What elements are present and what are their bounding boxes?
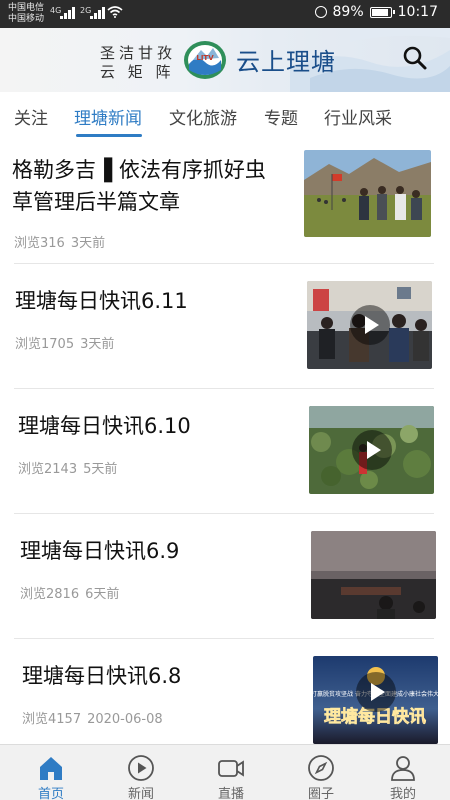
nav-news[interactable]: 新闻: [96, 745, 186, 800]
news-thumbnail: [309, 406, 434, 494]
news-title: 理塘每日快讯6.8: [22, 664, 182, 688]
tab-culture-tourism[interactable]: 文化旅游: [169, 104, 237, 129]
tab-litang-news[interactable]: 理塘新闻: [74, 104, 142, 129]
play-icon[interactable]: [349, 305, 390, 345]
news-meta: 浏览4157 2020-06-08: [22, 708, 163, 727]
news-title-line-2: 草管理后半篇文章: [12, 190, 180, 214]
play-icon[interactable]: [355, 672, 396, 712]
news-title-line-1: 格勒多吉▐ 依法有序抓好虫: [12, 158, 266, 182]
view-count: 浏览4157: [22, 712, 82, 727]
news-meta: 浏览1705 3天前: [15, 333, 114, 352]
news-thumbnail: 坚决打赢脱贫攻坚战 奋力夺取全面建成小康社会伟大胜利 理塘每日快讯: [313, 656, 438, 744]
news-meta: 浏览2816 6天前: [20, 583, 119, 602]
nav-label: 首页: [37, 787, 64, 800]
publish-date: 2020-06-08: [87, 712, 163, 727]
alarm-icon: [314, 6, 327, 18]
divider: [14, 388, 434, 389]
news-item[interactable]: 理塘每日快讯6.8 浏览4157 2020-06-08 坚决打赢脱贫攻坚战 奋力夺…: [0, 640, 450, 744]
carrier-info: 中国电信 中国移动: [8, 3, 44, 25]
nav-circle[interactable]: 圈子: [276, 745, 366, 800]
news-title: 理塘每日快讯6.11: [15, 289, 188, 313]
litv-logo: LITV: [184, 41, 226, 79]
news-item[interactable]: 理塘每日快讯6.9 浏览2816 6天前: [0, 515, 450, 640]
compass-icon: [308, 755, 334, 781]
news-meta: 浏览316 3天前: [14, 232, 105, 251]
nav-label: 新闻: [127, 787, 154, 800]
home-icon: [40, 757, 62, 780]
category-tabs: 关注 理塘新闻 文化旅游 专题 行业风采: [0, 96, 450, 138]
nav-label: 我的: [389, 787, 416, 800]
divider: [14, 263, 434, 264]
view-count: 浏览2816: [20, 587, 80, 602]
signal-icon: [60, 7, 76, 19]
slogan-line-1: 圣洁甘孜: [100, 44, 177, 62]
tab-industry-showcase[interactable]: 行业风采: [324, 104, 392, 129]
news-thumbnail: [307, 281, 432, 369]
status-right: 89% 10:17: [314, 4, 438, 20]
nav-profile[interactable]: 我的: [358, 745, 448, 800]
nav-live[interactable]: 直播: [186, 745, 276, 800]
news-thumbnail: [304, 150, 431, 237]
news-meta: 浏览2143 5天前: [18, 458, 117, 477]
news-thumbnail: [311, 531, 436, 619]
bottom-navigation: 首页 新闻 直播 圈子 我的: [0, 744, 450, 800]
tab-follow[interactable]: 关注: [14, 104, 48, 129]
view-count: 浏览2143: [18, 462, 78, 477]
play-circle-icon: [128, 755, 154, 781]
news-title: 格勒多吉▐ 依法有序抓好虫 草管理后半篇文章: [12, 154, 297, 218]
news-item[interactable]: 理塘每日快讯6.11 浏览1705 3天前: [0, 265, 450, 390]
news-title: 理塘每日快讯6.10: [18, 414, 191, 438]
play-icon[interactable]: [351, 430, 392, 470]
slogan: 圣洁甘孜 云 矩 阵: [100, 44, 176, 82]
divider: [14, 638, 434, 639]
app-header: 圣洁甘孜 云 矩 阵 LITV 云上理塘: [0, 28, 450, 92]
battery-icon: [369, 6, 395, 18]
wifi-icon: [107, 6, 123, 18]
status-bar: 中国电信 中国移动 4G 2G 89% 10:17: [0, 0, 450, 28]
view-count: 浏览316: [14, 236, 65, 251]
news-item[interactable]: 格勒多吉▐ 依法有序抓好虫 草管理后半篇文章 浏览316 3天前: [0, 140, 450, 265]
divider: [14, 513, 434, 514]
video-camera-icon: [218, 760, 244, 777]
publish-date: 3天前: [70, 236, 106, 251]
nav-label: 圈子: [307, 787, 334, 800]
tab-special-topics[interactable]: 专题: [264, 104, 298, 129]
slogan-line-2: 云 矩 阵: [100, 63, 175, 81]
publish-date: 6天前: [85, 587, 120, 602]
nav-home[interactable]: 首页: [6, 745, 96, 800]
publish-date: 5天前: [83, 462, 118, 477]
logo-text: LITV: [196, 54, 214, 62]
battery-percent: 89%: [332, 4, 364, 20]
news-title: 理塘每日快讯6.9: [20, 539, 180, 563]
view-count: 浏览1705: [15, 337, 75, 352]
clock: 10:17: [397, 4, 438, 20]
carrier-name-2: 中国移动: [8, 14, 45, 24]
active-tab-indicator: [76, 134, 142, 137]
nav-label: 直播: [217, 787, 244, 800]
app-brand-title: 云上理塘: [236, 48, 336, 76]
signal-icon-2: [90, 7, 106, 19]
search-icon[interactable]: [402, 45, 428, 71]
carrier-name-1: 中国电信: [8, 3, 45, 13]
user-icon: [391, 756, 415, 781]
publish-date: 3天前: [80, 337, 115, 352]
news-item[interactable]: 理塘每日快讯6.10 浏览2143 5天前: [0, 390, 450, 515]
